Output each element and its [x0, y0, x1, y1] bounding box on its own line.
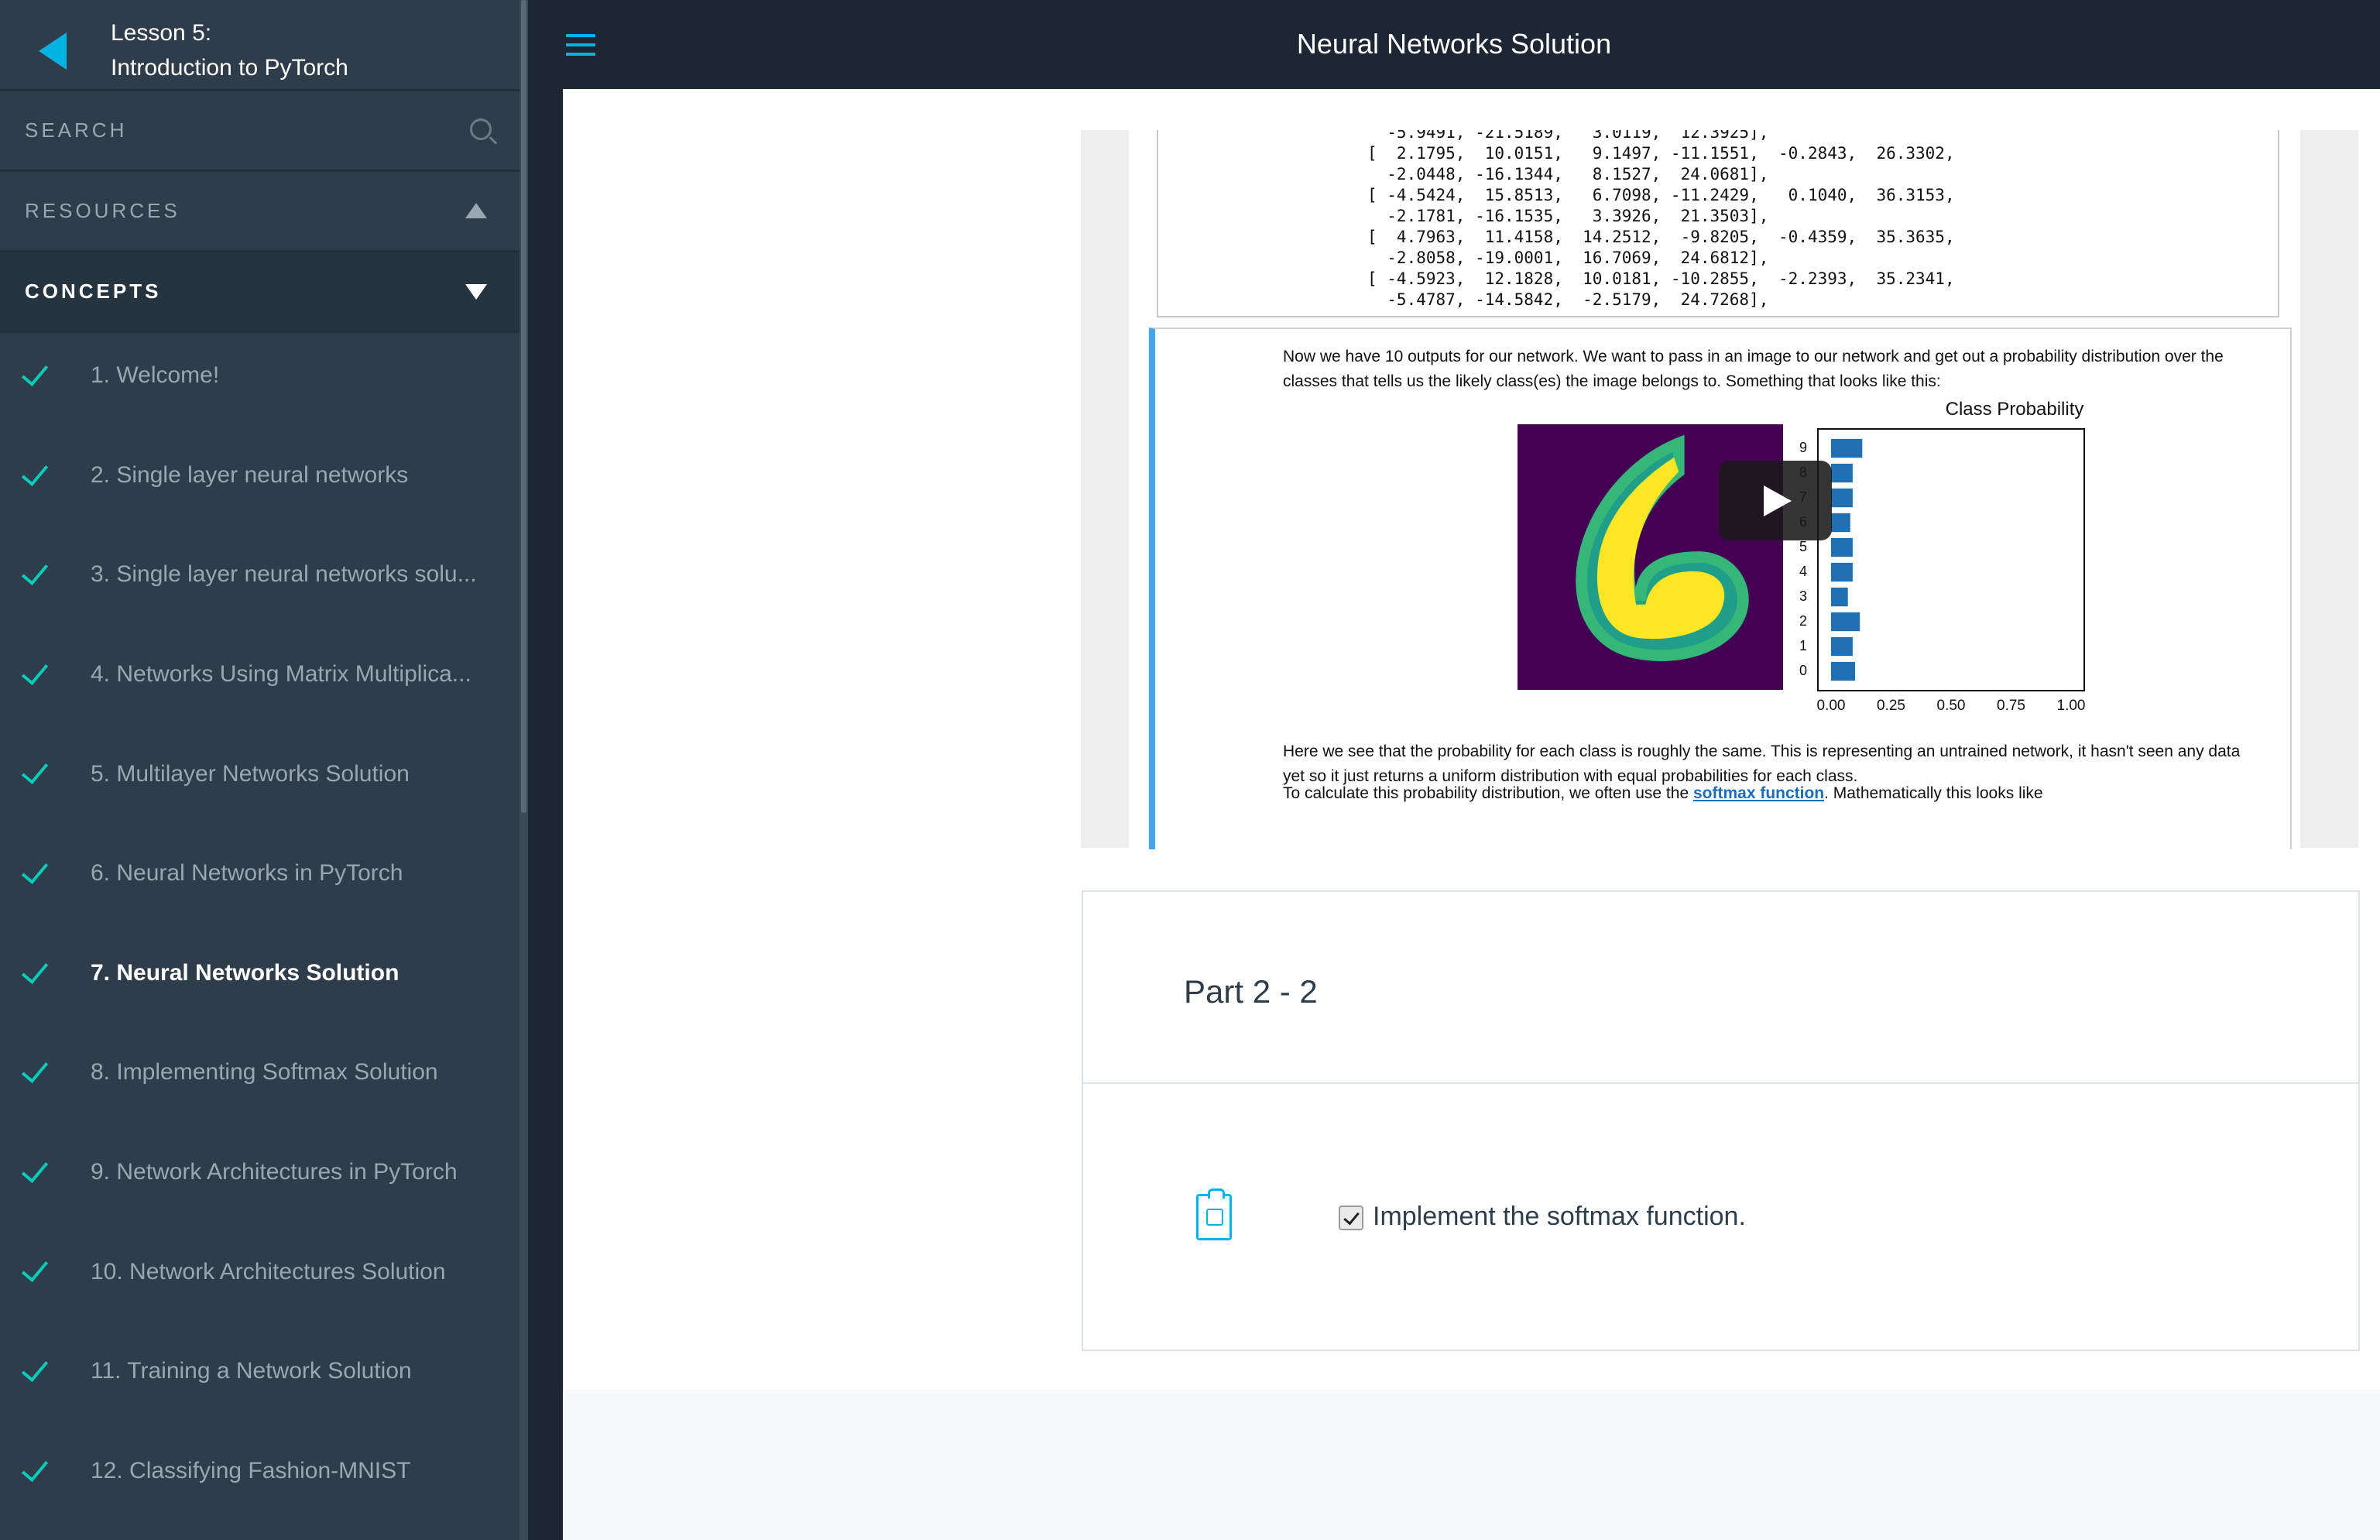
- concept-item[interactable]: 9. Network Architectures in PyTorch: [0, 1123, 520, 1223]
- concept-item[interactable]: 7. Neural Networks Solution: [0, 924, 520, 1024]
- x-tick-label: 0.50: [1936, 698, 1966, 714]
- lesson-title: Introduction to PyTorch: [111, 55, 348, 81]
- markdown-cell: Now we have 10 outputs for our network. …: [1149, 328, 2292, 849]
- concept-label: 5. Multilayer Networks Solution: [91, 760, 410, 787]
- search-row[interactable]: SEARCH: [0, 91, 520, 172]
- search-icon[interactable]: [470, 118, 492, 140]
- bar-class-7: [1831, 488, 1853, 508]
- class-probability-chart: [1831, 438, 1863, 681]
- chart-title: Class Probability: [1945, 399, 2084, 420]
- checkmark-icon: [21, 756, 49, 785]
- part-card: Part 2 - 2 Implement the softmax functio…: [1082, 890, 2360, 1351]
- checkmark-icon: [21, 1353, 49, 1382]
- paragraph-outputs: Now we have 10 outputs for our network. …: [1283, 348, 2224, 390]
- bar-class-8: [1831, 463, 1853, 483]
- checkmark-icon: [21, 358, 49, 387]
- concept-item[interactable]: 12. Classifying Fashion-MNIST: [0, 1422, 520, 1521]
- bar-class-0: [1831, 661, 1855, 681]
- caret-down-icon: [465, 284, 487, 300]
- concepts-row[interactable]: CONCEPTS: [0, 252, 520, 333]
- task-checkbox[interactable]: [1339, 1206, 1363, 1230]
- bar-class-3: [1831, 587, 1848, 607]
- x-tick-label: 0.75: [1997, 698, 2025, 714]
- softmax-text-before: To calculate this probability distributi…: [1283, 784, 1693, 802]
- y-tick-label: 9: [1799, 440, 1807, 455]
- concept-label: 7. Neural Networks Solution: [91, 959, 400, 986]
- y-tick-label: 1: [1799, 638, 1807, 653]
- concept-item[interactable]: 10. Network Architectures Solution: [0, 1222, 520, 1322]
- y-tick-label: 2: [1799, 613, 1807, 629]
- concept-list: 1. Welcome! 2. Single layer neural networ…: [0, 326, 520, 1521]
- top-bar: Neural Networks Solution: [528, 0, 2380, 89]
- x-tick-label: 1.00: [2056, 698, 2086, 714]
- concept-label: 12. Classifying Fashion-MNIST: [91, 1457, 411, 1483]
- concept-item[interactable]: 4. Networks Using Matrix Multiplica...: [0, 625, 520, 725]
- caret-up-icon: [465, 203, 487, 218]
- concept-label: 9. Network Architectures in PyTorch: [91, 1159, 458, 1185]
- bar-class-6: [1831, 513, 1850, 533]
- lesson-number: Lesson 5:: [111, 20, 212, 46]
- concept-item[interactable]: 11. Training a Network Solution: [0, 1322, 520, 1422]
- task-label: Implement the softmax function.: [1373, 1202, 1746, 1231]
- resources-label: RESOURCES: [25, 199, 180, 222]
- back-arrow-icon[interactable]: [39, 33, 67, 70]
- concepts-label: CONCEPTS: [25, 280, 162, 303]
- concept-label: 4. Networks Using Matrix Multiplica...: [91, 661, 472, 688]
- bar-class-4: [1831, 562, 1853, 582]
- concept-item[interactable]: 5. Multilayer Networks Solution: [0, 724, 520, 824]
- video-play-button[interactable]: [1719, 461, 1832, 540]
- notebook-frame: -5.9491, -21.5189, 3.0119, 12.3925], [ 2…: [1081, 130, 2358, 849]
- part-title: Part 2 - 2: [1184, 973, 1318, 1010]
- checkmark-icon: [21, 856, 49, 885]
- concept-item[interactable]: 8. Implementing Softmax Solution: [0, 1023, 520, 1123]
- concept-label: 1. Welcome!: [91, 362, 220, 389]
- checkmark-icon: [21, 1453, 49, 1482]
- notebook-page: -5.9491, -21.5189, 3.0119, 12.3925], [ 2…: [1129, 130, 2300, 849]
- footer-area: [563, 1390, 2380, 1540]
- bar-class-2: [1831, 612, 1860, 632]
- checkmark-icon: [21, 557, 49, 586]
- concept-label: 3. Single layer neural networks solu...: [91, 561, 477, 588]
- y-tick-label: 4: [1799, 564, 1807, 579]
- clipboard-task-icon: [1196, 1188, 1232, 1240]
- sidebar: Lesson 5: Introduction to PyTorch SEARCH…: [0, 0, 520, 1540]
- lesson-header: Lesson 5: Introduction to PyTorch: [0, 0, 520, 91]
- paragraph-softmax: To calculate this probability distributi…: [1283, 781, 2266, 806]
- y-tick-label: 5: [1799, 539, 1807, 554]
- x-tick-label: 0.25: [1877, 698, 1905, 714]
- checkmark-icon: [21, 458, 49, 486]
- concept-item[interactable]: 1. Welcome!: [0, 326, 520, 426]
- concept-item[interactable]: 6. Neural Networks in PyTorch: [0, 824, 520, 924]
- checkmark-icon: [21, 955, 49, 984]
- checkmark-icon: [21, 1154, 49, 1183]
- concept-label: 6. Neural Networks in PyTorch: [91, 860, 403, 887]
- main-content: -5.9491, -21.5189, 3.0119, 12.3925], [ 2…: [563, 89, 2380, 1540]
- code-output-text: -5.9491, -21.5189, 3.0119, 12.3925], [ 2…: [1367, 130, 1955, 309]
- concept-item[interactable]: 3. Single layer neural networks solu...: [0, 525, 520, 625]
- search-label: SEARCH: [25, 118, 128, 142]
- x-tick-label: 0.00: [1816, 698, 1846, 714]
- concept-label: 8. Implementing Softmax Solution: [91, 1059, 438, 1086]
- concept-item[interactable]: 2. Single layer neural networks: [0, 426, 520, 526]
- sidebar-scrollbar-thumb[interactable]: [521, 0, 526, 813]
- y-tick-label: 0: [1799, 663, 1807, 678]
- bar-class-9: [1831, 438, 1863, 458]
- concept-label: 11. Training a Network Solution: [91, 1358, 412, 1384]
- checkmark-icon: [21, 1254, 49, 1283]
- checkmark-icon: [21, 1055, 49, 1084]
- concept-label: 2. Single layer neural networks: [91, 461, 409, 488]
- softmax-text-after: . Mathematically this looks like: [1824, 784, 2043, 802]
- concept-label: 10. Network Architectures Solution: [91, 1258, 446, 1284]
- resources-row[interactable]: RESOURCES: [0, 172, 520, 252]
- bar-class-5: [1831, 537, 1853, 557]
- checkmark-icon: [21, 657, 49, 685]
- y-tick-label: 3: [1799, 588, 1807, 604]
- page-title: Neural Networks Solution: [1296, 28, 1612, 60]
- divider: [1083, 1082, 2358, 1084]
- chart-axes: [1817, 428, 2085, 691]
- bar-class-1: [1831, 636, 1853, 657]
- code-output-cell: -5.9491, -21.5189, 3.0119, 12.3925], [ 2…: [1157, 130, 2279, 317]
- softmax-link[interactable]: softmax function: [1693, 784, 1824, 802]
